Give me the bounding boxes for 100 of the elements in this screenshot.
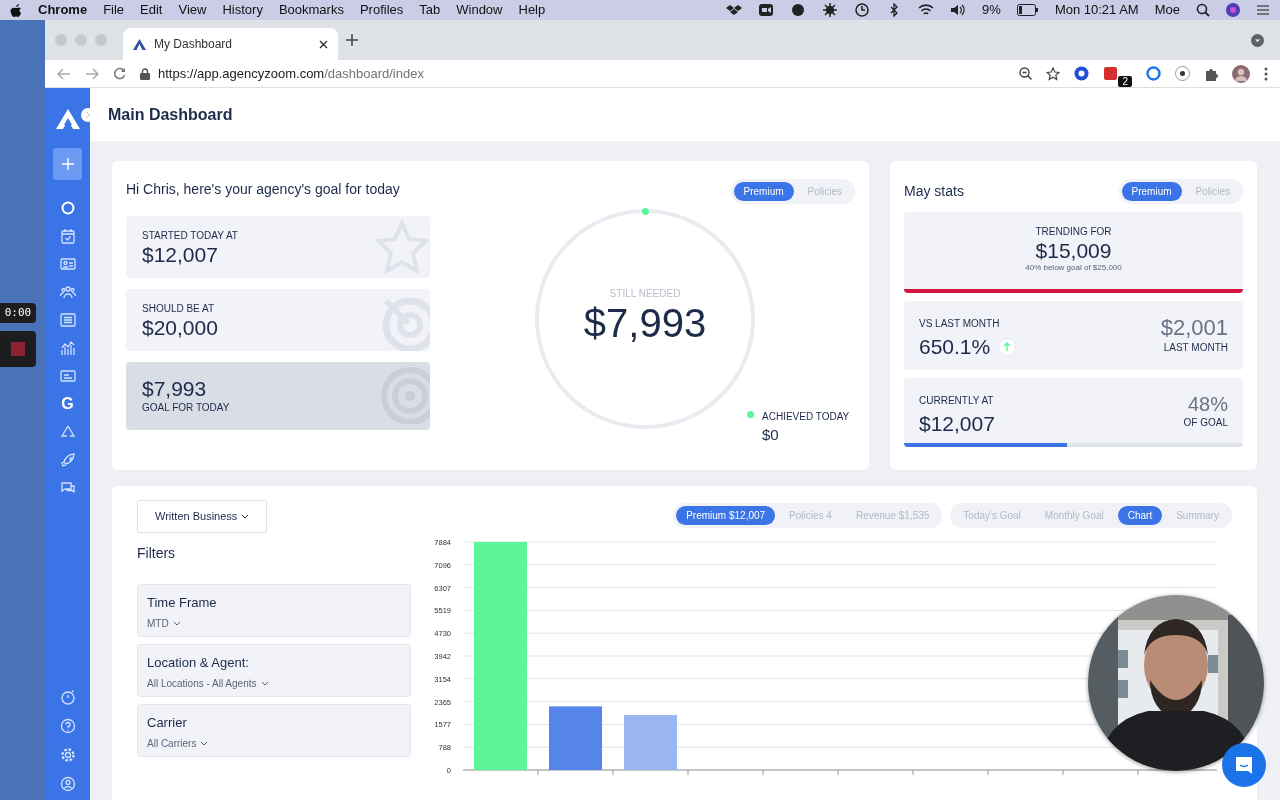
- stat-value: $15,009: [1034, 239, 1113, 263]
- extension-icon[interactable]: [1175, 66, 1190, 81]
- achieved-label: ACHIEVED TODAY: [762, 410, 850, 424]
- apple-icon[interactable]: [10, 3, 22, 17]
- toggle-option[interactable]: Premium: [733, 182, 794, 201]
- stat-value: $12,007: [142, 242, 219, 267]
- card-icon[interactable]: [59, 368, 76, 384]
- stat-value: 650.1%: [919, 334, 991, 360]
- menu-item[interactable]: Help: [518, 0, 546, 20]
- add-button[interactable]: [53, 148, 82, 180]
- video-camera-icon[interactable]: [758, 3, 775, 17]
- stat-value: $7,993: [142, 376, 208, 401]
- notification-badge: 2: [1118, 76, 1132, 87]
- star-icon[interactable]: [1046, 66, 1061, 81]
- search-icon[interactable]: [1196, 3, 1210, 17]
- siri-icon[interactable]: [1226, 3, 1240, 17]
- filter-label: Time Frame: [147, 593, 218, 612]
- stat-label: STARTED TODAY AT: [142, 228, 239, 243]
- battery-icon[interactable]: [1016, 4, 1039, 16]
- dropdown-button[interactable]: Written Business: [137, 500, 268, 533]
- menu-item[interactable]: History: [222, 0, 263, 20]
- menu-item[interactable]: File: [103, 0, 125, 20]
- circle-icon[interactable]: [59, 200, 76, 216]
- lock-icon: [140, 67, 150, 80]
- chevron-down-icon: [260, 681, 269, 686]
- menu-item[interactable]: Profiles: [359, 0, 404, 20]
- new-tab-icon[interactable]: [346, 34, 358, 46]
- stat-label: VS LAST MONTH: [919, 317, 1001, 331]
- filter-dropdown[interactable]: All Carriers: [147, 736, 209, 751]
- ring-label: STILL NEEDED: [608, 287, 682, 301]
- back-icon[interactable]: [57, 67, 71, 80]
- menu-item[interactable]: Bookmarks: [278, 0, 344, 20]
- chevron-down-icon: [200, 741, 209, 746]
- clock-icon[interactable]: [854, 3, 871, 17]
- zoom-icon[interactable]: [1019, 67, 1033, 80]
- puzzle-icon[interactable]: [1204, 66, 1218, 81]
- rocket-icon[interactable]: [59, 452, 76, 468]
- chat-icon[interactable]: [59, 480, 76, 496]
- user-icon[interactable]: [59, 776, 76, 792]
- menu-item[interactable]: Window: [456, 0, 503, 20]
- filter-dropdown[interactable]: All Locations - All Agents: [147, 676, 269, 691]
- menu-item[interactable]: View: [178, 0, 207, 20]
- wifi-icon[interactable]: [918, 3, 935, 17]
- forward-icon[interactable]: [85, 67, 99, 80]
- dropbox-icon[interactable]: [726, 3, 743, 17]
- stat-label: CURRENTLY AT: [919, 394, 995, 408]
- sun-icon[interactable]: [822, 3, 839, 17]
- tab-title: My Dashboard: [154, 36, 234, 53]
- stat-value: 48%: [1186, 393, 1228, 415]
- bullseye-icon: [380, 366, 430, 424]
- list-icon[interactable]: [1256, 3, 1270, 17]
- filter-label: Location & Agent:: [147, 653, 250, 672]
- stat-value: $12,007: [919, 411, 995, 437]
- list-icon[interactable]: [59, 312, 76, 328]
- arrow-up-icon: [998, 337, 1017, 356]
- stat-label: LAST MONTH: [1162, 341, 1228, 356]
- bar-chart-icon[interactable]: [59, 340, 76, 356]
- reload-icon[interactable]: [113, 67, 126, 80]
- sidebar-item[interactable]: G: [61, 396, 74, 412]
- chevron-down-icon: [241, 513, 250, 519]
- battery-percentage: 9%: [982, 1, 1001, 20]
- menu-item[interactable]: Tab: [419, 0, 441, 20]
- settings-icon[interactable]: [59, 747, 76, 763]
- triangle-logo-icon[interactable]: [55, 108, 80, 129]
- user-name[interactable]: Moe: [1154, 0, 1180, 20]
- calendar-icon[interactable]: [59, 228, 76, 244]
- page-title: Main Dashboard: [90, 88, 1280, 141]
- help-icon[interactable]: [59, 718, 76, 734]
- menu-clock[interactable]: Mon 10:21 AM: [1054, 0, 1139, 20]
- stat-note: 40% below goal of $25,000: [1024, 262, 1123, 275]
- address-bar[interactable]: https://app.agencyzoom.com/dashboard/index: [158, 63, 424, 84]
- stat-value: $20,000: [142, 315, 219, 340]
- ring-value: $7,993: [582, 301, 708, 345]
- extension-icon[interactable]: [1074, 66, 1090, 81]
- dropdown-icon[interactable]: [1251, 34, 1264, 48]
- stat-label: GOAL FOR TODAY: [142, 401, 231, 416]
- people-icon[interactable]: [59, 284, 76, 300]
- section-title: Filters: [137, 543, 177, 563]
- chat-bubble-icon: [1234, 755, 1254, 775]
- more-icon[interactable]: [1264, 66, 1268, 81]
- stat-label: TRENDING FOR: [1034, 225, 1113, 239]
- stat-label: SHOULD BE AT: [142, 301, 216, 316]
- filter-dropdown[interactable]: MTD: [147, 616, 181, 631]
- avatar-icon[interactable]: [1232, 64, 1250, 83]
- filter-label: Carrier: [147, 713, 188, 732]
- app-menu[interactable]: Chrome: [38, 0, 88, 20]
- toggle-option[interactable]: Chart: [1117, 506, 1163, 525]
- toggle-option[interactable]: Premium: [1121, 182, 1182, 201]
- plus-icon: [61, 158, 74, 170]
- menu-item[interactable]: Edit: [140, 0, 163, 20]
- status-dot: [747, 411, 754, 418]
- card-title: May stats: [904, 182, 964, 201]
- id-card-icon[interactable]: [59, 256, 76, 272]
- browser-tab[interactable]: My Dashboard: [123, 28, 338, 60]
- timer-icon[interactable]: [59, 689, 76, 705]
- close-icon[interactable]: [319, 39, 328, 49]
- card-title: Hi Chris, here's your agency's goal for today: [126, 180, 401, 199]
- toggle-option[interactable]: Premium $12,007: [676, 506, 776, 525]
- speaker-icon[interactable]: [950, 3, 967, 17]
- chevron-down-icon: [172, 621, 181, 626]
